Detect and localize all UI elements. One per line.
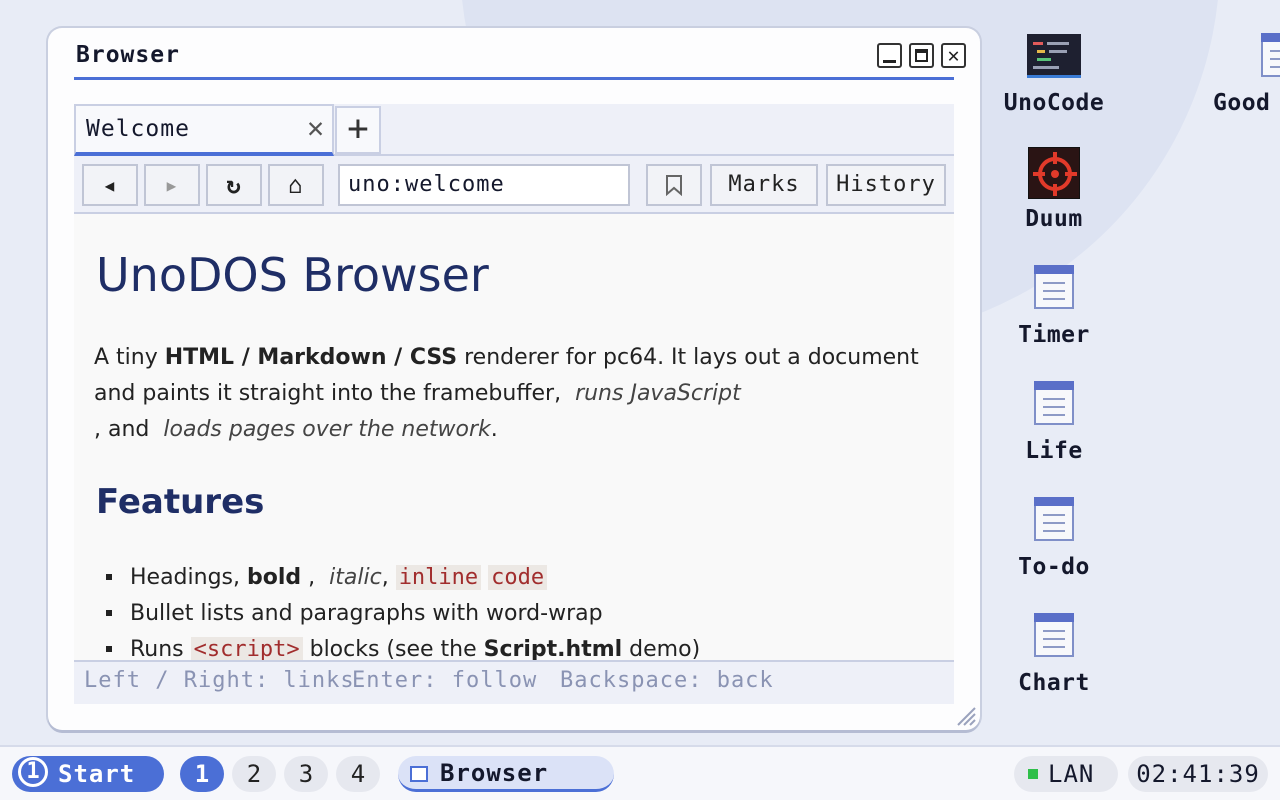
marks-button[interactable]: Marks: [710, 164, 818, 206]
home-icon: ⌂: [288, 171, 304, 199]
desktop-icon-label: Duum: [1025, 206, 1083, 232]
features-heading: Features: [96, 482, 265, 522]
forward-icon: ▶: [166, 176, 178, 195]
home-button[interactable]: ⌂: [268, 164, 324, 206]
inline-code: code: [488, 565, 548, 590]
text: Headings,: [130, 565, 247, 590]
code-editor-icon: [1027, 34, 1081, 78]
desktop-icon-label: UnoCode: [1003, 90, 1105, 116]
new-tab-button[interactable]: +: [335, 106, 381, 154]
document-icon: [1261, 33, 1280, 77]
tab-strip: Welcome ✕ +: [74, 104, 954, 156]
workspace-4-button[interactable]: 4: [336, 756, 380, 792]
window-titlebar[interactable]: Browser ✕: [74, 38, 966, 80]
text: ,: [381, 565, 396, 590]
desktop-icon-label: Life: [1025, 438, 1083, 464]
inline-code: inline: [395, 565, 482, 590]
network-status[interactable]: LAN: [1014, 756, 1118, 792]
status-hint-follow: Enter: follow: [352, 668, 538, 693]
window-title: Browser: [76, 42, 180, 68]
desktop-icon-todo[interactable]: To-do: [989, 494, 1119, 580]
link-loads-pages[interactable]: loads pages over the network: [163, 417, 490, 442]
workspace-3-button[interactable]: 3: [284, 756, 328, 792]
page-title: UnoDOS Browser: [96, 248, 489, 302]
history-button[interactable]: History: [826, 164, 946, 206]
resize-grip-icon[interactable]: [954, 704, 976, 726]
back-icon: ◀: [104, 176, 116, 195]
page-viewport[interactable]: UnoDOS Browser A tiny HTML / Markdown / …: [74, 214, 954, 660]
list-item: Bullet lists and paragraphs with word-wr…: [104, 596, 700, 632]
network-status-icon: [1028, 769, 1038, 779]
desktop-icon-unocode[interactable]: UnoCode: [989, 30, 1119, 116]
status-hint-back: Backspace: back: [560, 668, 774, 693]
desktop-icon-label: Timer: [1018, 322, 1090, 348]
network-label: LAN: [1048, 760, 1095, 788]
text: A tiny: [94, 345, 165, 370]
clock: 02:41:39: [1128, 756, 1268, 792]
document-icon: [1034, 497, 1074, 541]
text: Runs: [130, 637, 191, 660]
url-input[interactable]: uno:welcome: [338, 164, 630, 206]
desktop-icon-life[interactable]: Life: [989, 378, 1119, 464]
forward-button[interactable]: ▶: [144, 164, 200, 206]
back-button[interactable]: ◀: [82, 164, 138, 206]
bold-text: HTML / Markdown / CSS: [164, 345, 458, 370]
desktop-icon-label: Chart: [1018, 670, 1090, 696]
features-list: Headings, bold , italic, inline code Bul…: [104, 560, 700, 660]
tab-label: Welcome: [86, 116, 190, 142]
text: .: [490, 417, 498, 442]
document-icon: [1034, 265, 1074, 309]
text: , and: [94, 417, 150, 442]
bookmark-icon: [666, 175, 682, 197]
browser-client-area: Welcome ✕ + ◀ ▶ ↻ ⌂ uno:welcome Marks Hi…: [74, 104, 954, 704]
start-workspace-badge: 1: [18, 757, 48, 787]
text: blocks (see the: [302, 637, 484, 660]
desktop-icon-label: Good: [1213, 90, 1271, 116]
browser-window: Browser ✕ Welcome ✕ + ◀ ▶ ↻ ⌂ uno:welcom…: [48, 28, 980, 730]
desktop-icon-chart[interactable]: Chart: [989, 610, 1119, 696]
text: Bullet lists and paragraphs with word-wr…: [130, 601, 603, 626]
text: ,: [301, 565, 323, 590]
bold-text: bold: [247, 565, 302, 590]
window-icon: [410, 766, 428, 782]
document-icon: [1034, 381, 1074, 425]
status-hint-links: Left / Right: links: [84, 668, 355, 693]
start-button[interactable]: 1 Start: [12, 756, 164, 792]
tab-welcome[interactable]: Welcome ✕: [74, 104, 334, 156]
link-runs-javascript[interactable]: runs JavaScript: [575, 381, 741, 406]
list-item: Headings, bold , italic, inline code: [104, 560, 700, 596]
nav-toolbar: ◀ ▶ ↻ ⌂ uno:welcome Marks History: [74, 156, 954, 214]
desktop-icon-good[interactable]: Good: [1196, 30, 1280, 116]
desktop-icon-timer[interactable]: Timer: [989, 262, 1119, 348]
taskbar-item-browser[interactable]: Browser: [398, 756, 614, 792]
workspace-2-button[interactable]: 2: [232, 756, 276, 792]
bold-text: Script.html: [483, 637, 623, 660]
taskbar: 1 Start 1 2 3 4 Browser LAN 02:41:39: [0, 745, 1280, 800]
text: demo): [622, 637, 701, 660]
italic-text: italic: [329, 565, 382, 590]
status-bar: Left / Right: links Enter: follow Backsp…: [74, 660, 954, 704]
crosshair-game-icon: [1028, 147, 1080, 199]
taskbar-item-label: Browser: [440, 759, 549, 787]
close-window-button[interactable]: ✕: [941, 43, 966, 68]
desktop-icon-duum[interactable]: Duum: [989, 146, 1119, 232]
desktop-icon-label: To-do: [1018, 554, 1090, 580]
maximize-button[interactable]: [909, 43, 934, 68]
workspace-1-button[interactable]: 1: [180, 756, 224, 792]
tab-close-icon[interactable]: ✕: [307, 114, 324, 142]
start-label: Start: [58, 760, 136, 788]
list-item: Runs <script> blocks (see the Script.htm…: [104, 632, 700, 660]
inline-code: <script>: [190, 637, 303, 660]
intro-paragraph: A tiny HTML / Markdown / CSS renderer fo…: [94, 340, 944, 448]
bookmark-button[interactable]: [646, 164, 702, 206]
minimize-button[interactable]: [877, 43, 902, 68]
reload-icon: ↻: [226, 171, 242, 199]
document-icon: [1034, 613, 1074, 657]
reload-button[interactable]: ↻: [206, 164, 262, 206]
